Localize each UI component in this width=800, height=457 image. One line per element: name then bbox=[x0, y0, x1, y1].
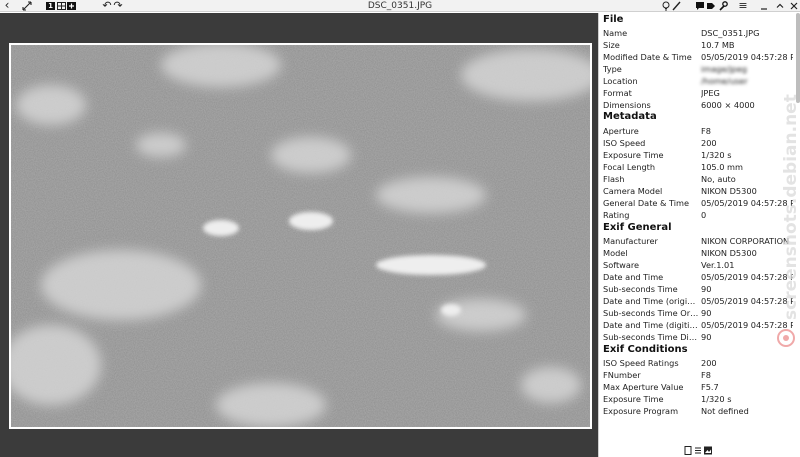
info-row: General Date & Time 05/05/2019 04:57:28 P… bbox=[603, 197, 795, 209]
info-key: Date and Time (digitized) bbox=[603, 320, 699, 330]
info-row: Name DSC_0351.JPG bbox=[603, 27, 795, 39]
info-key: Dimensions bbox=[603, 100, 651, 110]
close-icon[interactable] bbox=[789, 0, 799, 12]
section-heading-file: File bbox=[603, 14, 624, 25]
info-key: Aperture bbox=[603, 126, 639, 136]
minimize-icon[interactable] bbox=[759, 0, 769, 12]
info-row: Manufacturer NIKON CORPORATION bbox=[603, 235, 795, 247]
grid-view-icon[interactable] bbox=[57, 0, 66, 12]
watermark-text: screenshots.debian.net bbox=[781, 94, 800, 320]
menu-button[interactable]: ≡ bbox=[738, 0, 748, 12]
info-key: Manufacturer bbox=[603, 236, 658, 246]
panel-bottom-toolbar bbox=[684, 446, 724, 455]
comment-icon[interactable] bbox=[695, 0, 705, 12]
info-key: Exposure Time bbox=[603, 150, 664, 160]
info-key: Format bbox=[603, 88, 632, 98]
info-row: Date and Time (digitized) 05/05/2019 04:5… bbox=[603, 319, 795, 331]
toolbar: ‹ 1 ↶ ↷ DSC_0351.JPG ≡ bbox=[0, 0, 800, 12]
tag-icon[interactable] bbox=[706, 0, 716, 12]
document-icon bbox=[684, 446, 692, 455]
info-key: General Date & Time bbox=[603, 198, 690, 208]
properties-panel: File Name DSC_0351.JPG Size 10.7 MB Modified… bbox=[598, 13, 800, 457]
info-row: Date and Time (original) 05/05/2019 04:57… bbox=[603, 295, 795, 307]
lightbulb-icon[interactable] bbox=[662, 0, 670, 12]
info-key: Sub-seconds Time bbox=[603, 284, 678, 294]
section-heading-metadata: Metadata bbox=[603, 111, 657, 122]
maximize-icon[interactable] bbox=[775, 0, 785, 12]
info-row: Model NIKON D5300 bbox=[603, 247, 795, 259]
info-row: Type image/jpeg bbox=[603, 63, 795, 75]
section-heading-exif-conditions: Exif Conditions bbox=[603, 344, 688, 355]
wrench-icon[interactable] bbox=[718, 0, 728, 12]
fullscreen-icon[interactable] bbox=[22, 0, 32, 12]
info-key: Size bbox=[603, 40, 620, 50]
image-viewer[interactable] bbox=[0, 13, 598, 457]
info-key: Date and Time (original) bbox=[603, 296, 699, 306]
info-row: Location/home/user bbox=[603, 75, 795, 87]
info-key: ISO Speed Ratings bbox=[603, 358, 679, 368]
info-value: F5.7 bbox=[701, 382, 719, 392]
info-row: Format JPEG bbox=[603, 87, 795, 99]
info-key: Software bbox=[603, 260, 640, 270]
info-row: Camera Model NIKON D5300 bbox=[603, 185, 795, 197]
info-key: Focal Length bbox=[603, 162, 656, 172]
single-page-view-button[interactable]: 1 bbox=[46, 2, 55, 10]
info-key: Location bbox=[603, 76, 638, 86]
info-row: ISO Speed 200 bbox=[603, 137, 795, 149]
info-key: Camera Model bbox=[603, 186, 663, 196]
info-key: Flash bbox=[603, 174, 625, 184]
rotate-left-button[interactable]: ↶ bbox=[102, 0, 112, 12]
edit-icon[interactable] bbox=[672, 0, 682, 12]
info-row: FNumber F8 bbox=[603, 369, 795, 381]
info-row: Exposure Program Not defined bbox=[603, 405, 795, 417]
info-key: Rating bbox=[603, 210, 630, 220]
info-value: DSC_0351.JPG bbox=[701, 28, 760, 38]
info-row: Aperture F8 bbox=[603, 125, 795, 137]
info-key: Date and Time bbox=[603, 272, 664, 282]
info-row: Max Aperture Value F5.7 bbox=[603, 381, 795, 393]
info-key: Name bbox=[603, 28, 628, 38]
info-key: Modified Date & Time bbox=[603, 52, 692, 62]
info-row: Dimensions 6000 × 4000 bbox=[603, 99, 795, 111]
info-value: 200 bbox=[701, 358, 717, 368]
info-row: ISO Speed Ratings 200 bbox=[603, 357, 795, 369]
info-key: Exposure Program bbox=[603, 406, 679, 416]
info-key: Sub-seconds Time Orig... bbox=[603, 308, 699, 318]
info-key: Max Aperture Value bbox=[603, 382, 684, 392]
photo-frame bbox=[9, 43, 592, 429]
section-heading-exif-general: Exif General bbox=[603, 222, 672, 233]
info-row: Focal Length 105.0 mm bbox=[603, 161, 795, 173]
info-row: Flash No, auto bbox=[603, 173, 795, 185]
info-row: Modified Date & Time 05/05/2019 04:57:28 … bbox=[603, 51, 795, 63]
info-value: 1/320 s bbox=[701, 394, 732, 404]
image-icon bbox=[704, 446, 712, 455]
info-row: Sub-seconds Time 90 bbox=[603, 283, 795, 295]
watermark: screenshots.debian.net bbox=[777, 94, 800, 347]
info-key: Type bbox=[603, 64, 622, 74]
back-button[interactable]: ‹ bbox=[3, 0, 11, 12]
info-row: Date and Time 05/05/2019 04:57:28 PM bbox=[603, 271, 795, 283]
info-row: Software Ver.1.01 bbox=[603, 259, 795, 271]
displayed-photo[interactable] bbox=[11, 45, 590, 427]
info-value: F8 bbox=[701, 370, 711, 380]
info-value: Not defined bbox=[701, 406, 749, 416]
info-row: Sub-seconds Time Orig... 90 bbox=[603, 307, 795, 319]
info-key: ISO Speed bbox=[603, 138, 646, 148]
zoom-in-icon[interactable] bbox=[67, 0, 76, 12]
info-row: Sub-seconds Time Digi... 90 bbox=[603, 331, 795, 343]
info-key: FNumber bbox=[603, 370, 641, 380]
info-key: Exposure Time bbox=[603, 394, 664, 404]
info-row: Rating 0 bbox=[603, 209, 795, 221]
info-key: Sub-seconds Time Digi... bbox=[603, 332, 699, 342]
info-row: Exposure Time 1/320 s bbox=[603, 149, 795, 161]
rotate-right-button[interactable]: ↷ bbox=[113, 0, 123, 12]
list-icon bbox=[695, 447, 701, 454]
info-key: Model bbox=[603, 248, 628, 258]
info-row: Size 10.7 MB bbox=[603, 39, 795, 51]
info-row: Exposure Time 1/320 s bbox=[603, 393, 795, 405]
